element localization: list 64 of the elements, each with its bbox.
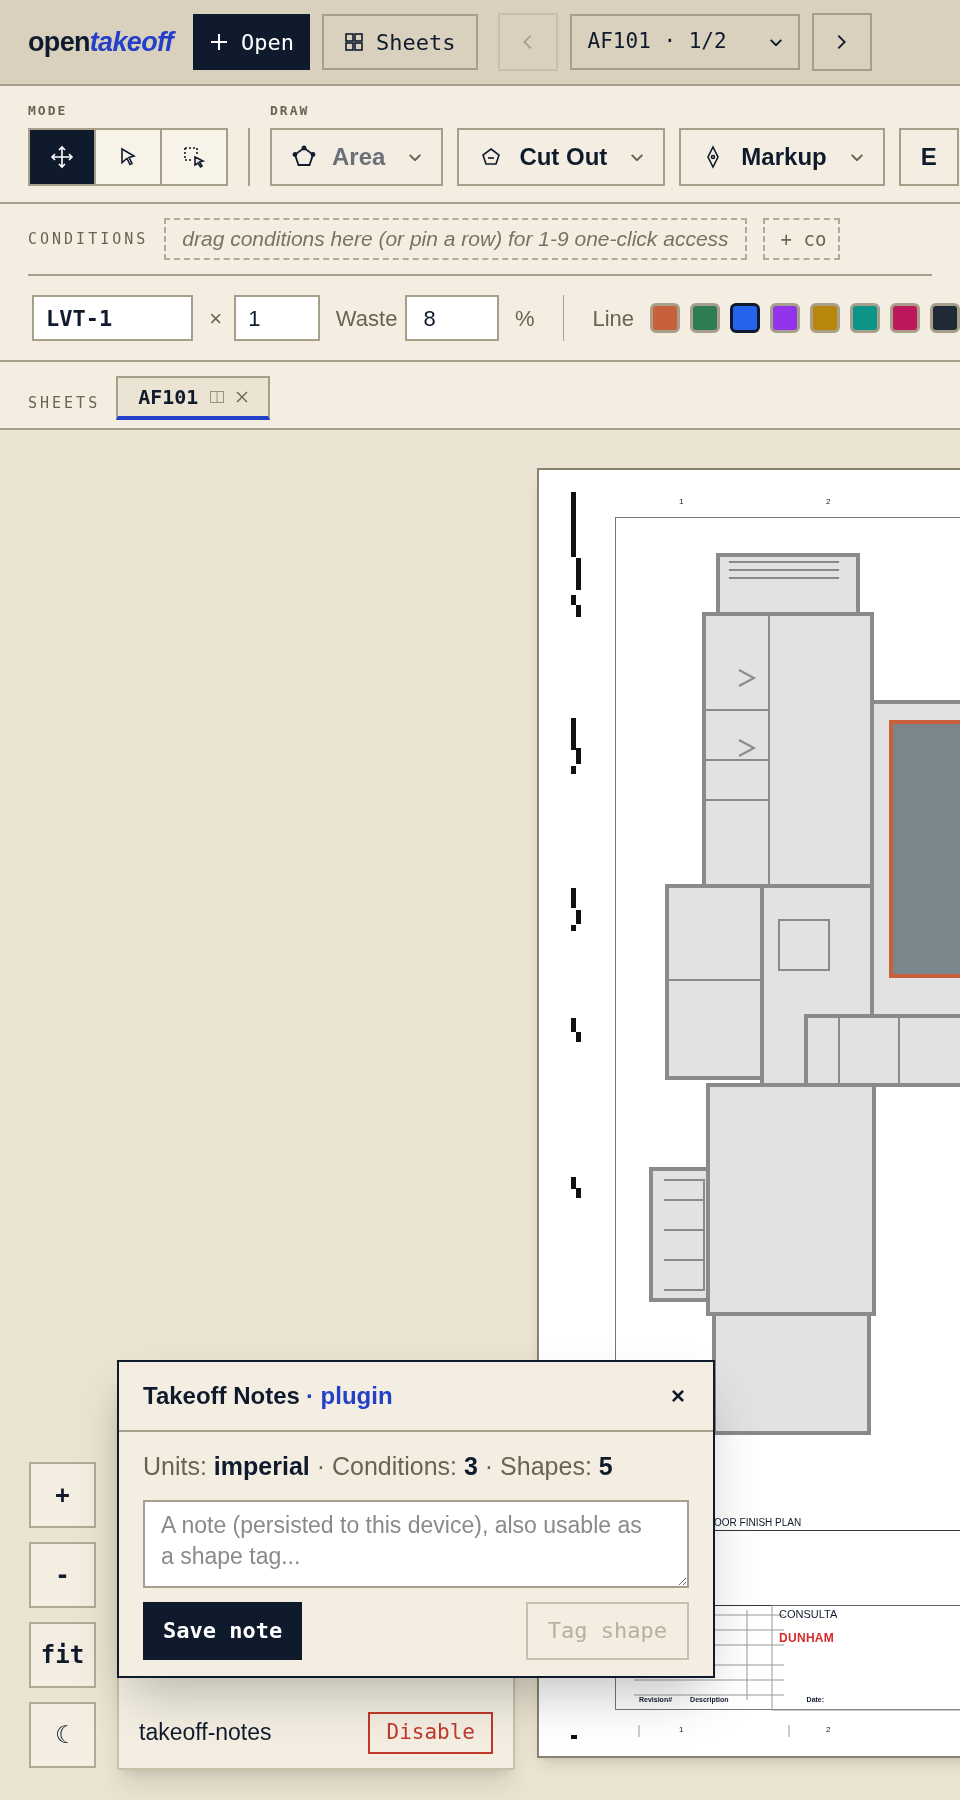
close-button[interactable]: × (667, 1384, 689, 1408)
percent-sign: % (515, 304, 535, 333)
split-view-icon (210, 391, 225, 403)
zoom-control-button[interactable]: - (29, 1542, 96, 1608)
pentagon-icon (292, 145, 316, 169)
firm-name: DUNHAM (779, 1632, 835, 1644)
chevron-down-icon (631, 153, 644, 161)
grid-icon (344, 32, 365, 52)
zoom-control-button[interactable]: fit (29, 1622, 96, 1688)
consultant-label: CONSULTA (779, 1609, 838, 1620)
move-arrows-icon (50, 145, 74, 169)
mode-button[interactable] (160, 128, 228, 186)
selection-box-icon (182, 145, 206, 169)
grid-column-label: 1 (679, 1726, 684, 1734)
color-swatch[interactable] (850, 303, 880, 333)
grid-column-label: 2 (826, 498, 831, 506)
mode-label: MODE (28, 101, 69, 120)
add-condition-button[interactable]: + co (762, 218, 841, 260)
conditions-label: CONDITIONS (28, 228, 149, 250)
conditions-dropzone[interactable]: drag conditions here (or pin a row) for 1-9 one-click access (164, 218, 747, 260)
line-label: Line (592, 304, 634, 333)
disable-button[interactable]: Disable (368, 1711, 493, 1754)
sheets-button[interactable]: Sheets (322, 14, 478, 70)
draw-tool-button[interactable]: Cut Out (457, 128, 666, 186)
zoom-control-button[interactable]: + (29, 1462, 96, 1528)
color-swatch[interactable] (770, 303, 800, 333)
color-swatch[interactable] (650, 303, 680, 333)
plugin-name: takeoff-notes (139, 1718, 272, 1748)
chevron-down-icon (850, 153, 863, 161)
draw-label: DRAW (270, 101, 311, 120)
sheets-label: SHEETS (28, 392, 101, 414)
app-logo: opentakeoff (28, 25, 174, 59)
chevron-left-icon (523, 34, 533, 50)
close-icon[interactable] (236, 391, 249, 403)
chevron-down-icon (769, 38, 782, 46)
page-select[interactable]: AF101 · 1/2 (569, 14, 800, 70)
color-swatch[interactable] (930, 303, 960, 333)
chevron-down-icon (409, 153, 422, 161)
chevron-right-icon (837, 34, 847, 50)
condition-name-field[interactable]: LVT-1 (32, 295, 194, 341)
grid-column-label: 1 (679, 498, 684, 506)
dialog-title: Takeoff Notes (143, 1381, 300, 1411)
grid-column-label: 2 (826, 1726, 831, 1734)
draw-tool-button[interactable]: E (898, 128, 959, 186)
plugin-tag: · plugin (305, 1378, 393, 1414)
save-note-button[interactable]: Save note (143, 1601, 303, 1660)
color-swatch[interactable] (890, 303, 920, 333)
color-swatch[interactable] (690, 303, 720, 333)
mode-button[interactable] (94, 128, 162, 186)
color-swatch[interactable] (730, 303, 760, 333)
note-input[interactable]: A note (persisted to this device), also usable as a shape tag... (143, 1499, 689, 1588)
waste-label: Waste (335, 304, 398, 333)
color-swatch[interactable] (810, 303, 840, 333)
draw-tool-button[interactable]: Markup (679, 128, 885, 186)
sheet-tab[interactable]: AF101 (116, 376, 271, 420)
multiplier-field[interactable]: 1 (234, 295, 320, 341)
mode-button[interactable] (28, 128, 96, 186)
notes-stats: Units: imperial · Conditions: 3 · Shapes: 5 (143, 1451, 614, 1482)
zoom-control-button[interactable]: ☾ (29, 1702, 96, 1768)
times-sign: × (209, 304, 223, 333)
open-button[interactable]: Open (193, 14, 311, 70)
plus-icon (209, 32, 230, 52)
sheet-title: OOR FINISH PLAN (714, 1518, 802, 1528)
waste-field[interactable]: 8 (405, 295, 500, 341)
